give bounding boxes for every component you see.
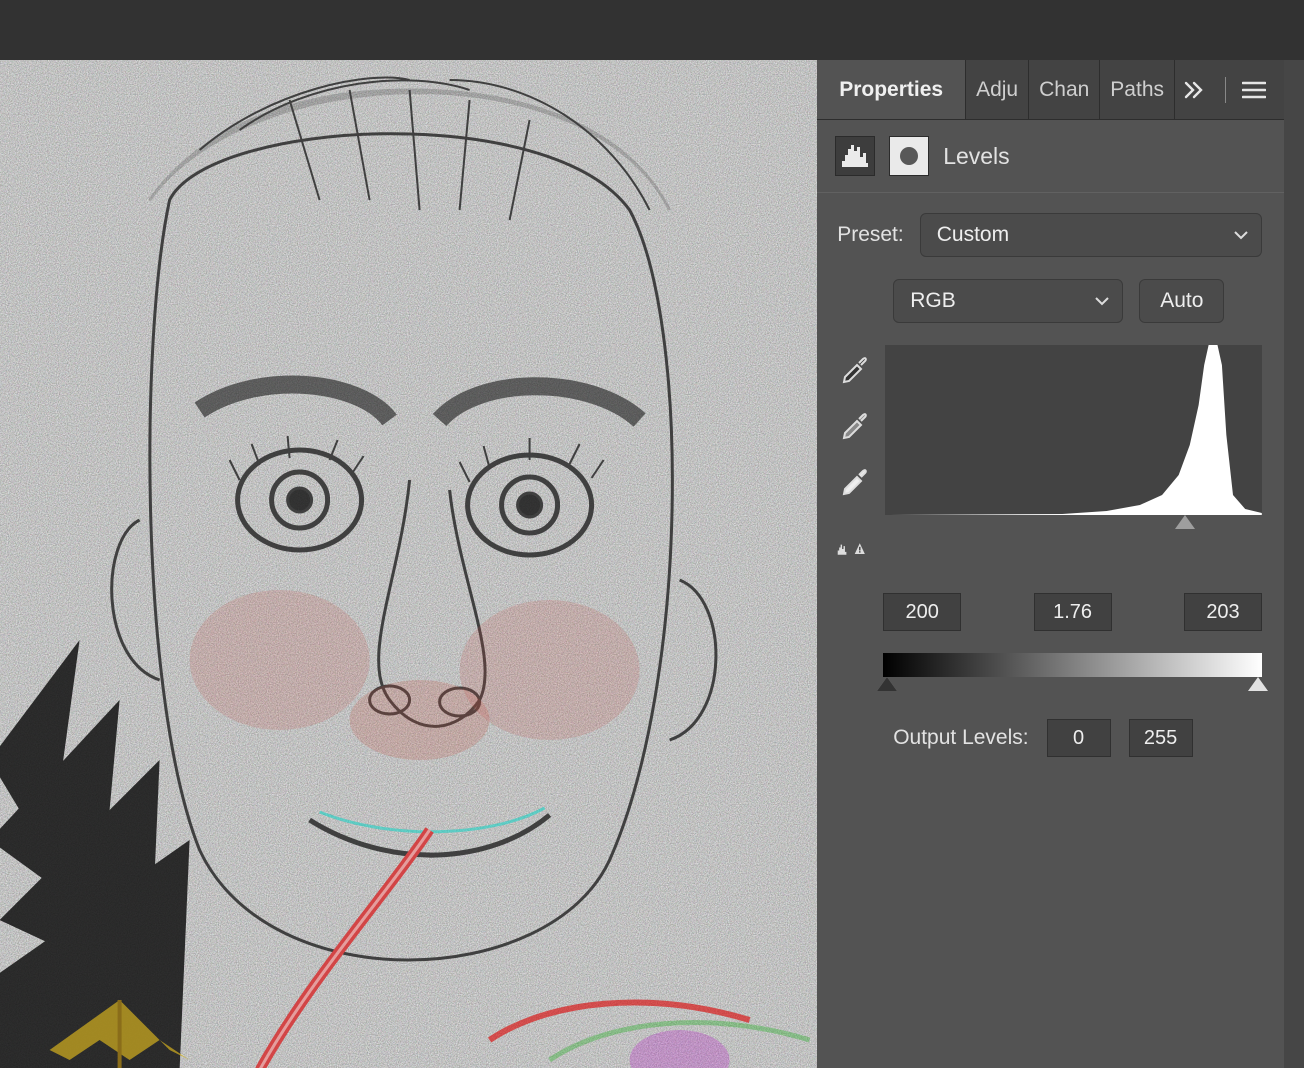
histogram-warning-icon[interactable] <box>837 539 865 567</box>
chevron-down-icon <box>1094 289 1110 313</box>
output-high-handle[interactable] <box>1248 677 1268 691</box>
input-slider[interactable] <box>885 515 1262 535</box>
preset-label: Preset: <box>837 223 904 247</box>
canvas[interactable] <box>0 60 817 1068</box>
channel-row: RGB Auto <box>837 279 1262 323</box>
adjustment-header: Levels <box>817 120 1284 193</box>
levels-histogram-icon <box>835 136 875 176</box>
layer-mask-icon[interactable] <box>889 136 929 176</box>
output-low-handle[interactable] <box>877 677 897 691</box>
output-gradient[interactable] <box>883 653 1262 677</box>
output-levels-label: Output Levels: <box>893 726 1028 750</box>
preset-row: Preset: Custom <box>837 213 1262 257</box>
tab-adjustments[interactable]: Adju <box>966 60 1029 119</box>
adjustment-title: Levels <box>943 143 1009 170</box>
midtone-slider-handle[interactable] <box>1175 515 1195 529</box>
midtone-input[interactable]: 1.76 <box>1034 593 1112 631</box>
main-area: Properties Adju Chan Paths Levels <box>0 60 1304 1068</box>
tab-channels[interactable]: Chan <box>1029 60 1100 119</box>
divider <box>1225 77 1226 103</box>
tab-paths[interactable]: Paths <box>1100 60 1175 119</box>
black-point-eyedropper-icon[interactable] <box>837 351 871 385</box>
preset-value: Custom <box>937 223 1009 247</box>
shadow-input[interactable]: 200 <box>883 593 961 631</box>
output-low-input[interactable]: 0 <box>1047 719 1111 757</box>
output-slider[interactable] <box>883 677 1262 697</box>
panel-tabs: Properties Adju Chan Paths <box>817 60 1284 120</box>
properties-panel: Properties Adju Chan Paths Levels <box>817 60 1284 1068</box>
canvas-image <box>0 60 817 1068</box>
document-topbar <box>0 0 1304 60</box>
white-point-eyedropper-icon[interactable] <box>837 463 871 497</box>
collapse-panel-icon[interactable] <box>1183 76 1211 104</box>
output-high-input[interactable]: 255 <box>1129 719 1193 757</box>
panel-menu-icon[interactable] <box>1240 76 1268 104</box>
gray-point-eyedropper-icon[interactable] <box>837 407 871 441</box>
panel-scrollbar[interactable] <box>1284 60 1304 1068</box>
tab-properties[interactable]: Properties <box>817 60 966 119</box>
highlight-input[interactable]: 203 <box>1184 593 1262 631</box>
histogram[interactable] <box>885 345 1262 515</box>
preset-select[interactable]: Custom <box>920 213 1262 257</box>
channel-select[interactable]: RGB <box>893 279 1123 323</box>
auto-button[interactable]: Auto <box>1139 279 1224 323</box>
chevron-down-icon <box>1233 223 1249 247</box>
channel-value: RGB <box>910 289 956 313</box>
